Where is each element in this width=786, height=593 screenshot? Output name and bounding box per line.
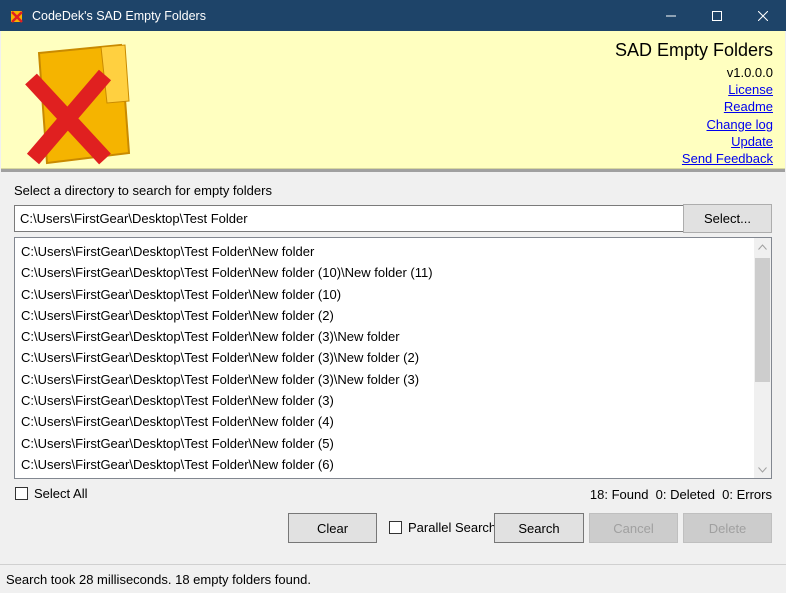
about-header: SAD Empty Folders v1.0.0.0 License Readm…	[1, 31, 785, 169]
select-directory-button[interactable]: Select...	[683, 204, 772, 233]
result-item[interactable]: C:\Users\FirstGear\Desktop\Test Folder\N…	[15, 284, 771, 305]
result-item[interactable]: C:\Users\FirstGear\Desktop\Test Folder\N…	[15, 454, 771, 475]
select-all-checkbox[interactable]: Select All	[15, 486, 87, 501]
result-item[interactable]: C:\Users\FirstGear\Desktop\Test Folder\N…	[15, 326, 771, 347]
scroll-down-icon[interactable]	[754, 461, 771, 478]
search-button[interactable]: Search	[494, 513, 584, 543]
cancel-button[interactable]: Cancel	[589, 513, 678, 543]
app-name: SAD Empty Folders	[614, 40, 773, 60]
readme-link[interactable]: Readme	[615, 98, 773, 115]
header-divider	[1, 169, 785, 172]
minimize-icon	[666, 15, 676, 16]
update-link[interactable]: Update	[615, 133, 773, 150]
select-all-label: Select All	[34, 486, 88, 501]
scroll-up-icon[interactable]	[754, 238, 771, 255]
scroll-thumb[interactable]	[755, 258, 770, 382]
result-item[interactable]: C:\Users\FirstGear\Desktop\Test Folder\N…	[15, 433, 771, 454]
result-item[interactable]: C:\Users\FirstGear\Desktop\Test Folder\N…	[15, 241, 771, 262]
result-item[interactable]: C:\Users\FirstGear\Desktop\Test Folder\N…	[15, 411, 771, 432]
parallel-search-label: Parallel Search	[408, 520, 497, 535]
close-button[interactable]	[740, 0, 786, 31]
title-bar: CodeDek's SAD Empty Folders	[0, 0, 786, 31]
result-stats: 18: Found 0: Deleted 0: Errors	[589, 487, 772, 502]
result-item[interactable]: C:\Users\FirstGear\Desktop\Test Folder\N…	[15, 369, 771, 390]
delete-button[interactable]: Delete	[683, 513, 772, 543]
directory-input[interactable]: C:\Users\FirstGear\Desktop\Test Folder	[14, 205, 684, 232]
result-item[interactable]: C:\Users\FirstGear\Desktop\Test Folder\N…	[15, 347, 771, 368]
status-bar: Search took 28 milliseconds. 18 empty fo…	[0, 564, 786, 593]
parallel-search-checkbox[interactable]: Parallel Search	[389, 520, 496, 535]
parallel-search-box[interactable]	[389, 521, 402, 534]
results-scrollbar[interactable]	[754, 238, 771, 478]
minimize-button[interactable]	[648, 0, 694, 31]
app-logo	[25, 41, 137, 169]
results-list[interactable]: C:\Users\FirstGear\Desktop\Test Folder\N…	[14, 237, 772, 479]
send-feedback-link[interactable]: Send Feedback	[615, 150, 773, 167]
maximize-button[interactable]	[694, 0, 740, 31]
status-text: Search took 28 milliseconds. 18 empty fo…	[6, 572, 311, 587]
result-item[interactable]: C:\Users\FirstGear\Desktop\Test Folder\N…	[15, 390, 771, 411]
select-all-box[interactable]	[15, 487, 28, 500]
app-version: v1.0.0.0	[726, 65, 773, 80]
maximize-icon	[712, 10, 722, 21]
window-title: CodeDek's SAD Empty Folders	[32, 8, 206, 23]
close-icon	[758, 10, 768, 21]
clear-button[interactable]: Clear	[288, 513, 377, 543]
result-item[interactable]: C:\Users\FirstGear\Desktop\Test Folder\N…	[15, 262, 771, 283]
app-icon	[10, 9, 24, 23]
license-link[interactable]: License	[615, 81, 773, 98]
directory-prompt: Select a directory to search for empty f…	[14, 183, 272, 198]
changelog-link[interactable]: Change log	[615, 116, 774, 133]
result-item[interactable]: C:\Users\FirstGear\Desktop\Test Folder\N…	[15, 305, 771, 326]
